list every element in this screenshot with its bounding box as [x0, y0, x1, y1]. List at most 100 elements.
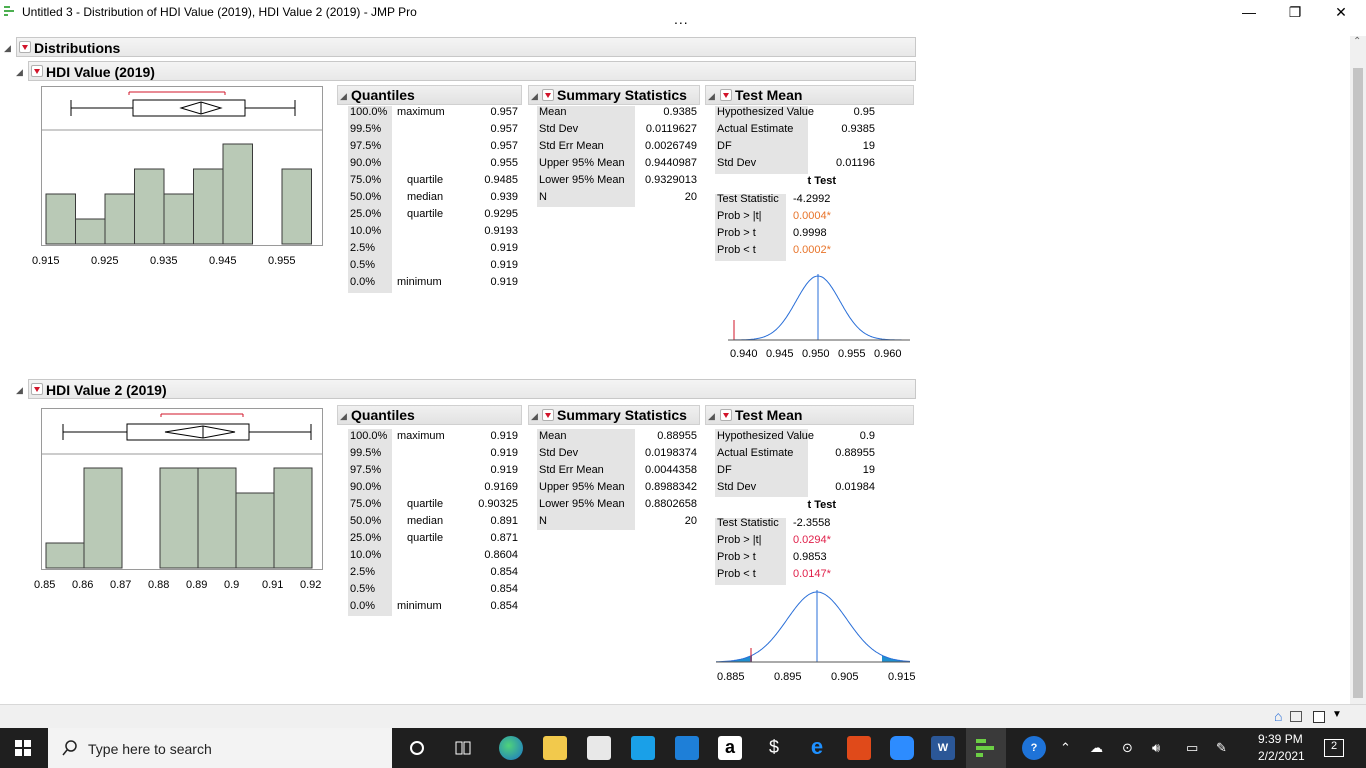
window-list-icon[interactable] [1290, 711, 1302, 722]
summary-stat-label: Upper 95% Mean [539, 157, 625, 169]
red-triangle-menu-icon[interactable] [720, 89, 732, 101]
mail-icon[interactable] [675, 736, 699, 760]
summary-statistics-header[interactable]: ◢ Summary Statistics [528, 405, 700, 425]
scroll-up-icon[interactable]: ⌃ [1353, 36, 1361, 47]
help-icon[interactable]: ? [1022, 736, 1046, 760]
quantile-value: 0.9485 [484, 174, 518, 186]
quantile-percent: 50.0% [350, 191, 382, 203]
edge-icon[interactable] [499, 736, 523, 760]
status-bar: ⌂ ▼ [0, 704, 1366, 728]
red-triangle-menu-icon[interactable] [542, 89, 554, 101]
internet-explorer-icon[interactable]: e [805, 736, 829, 760]
disclosure-icon[interactable]: ◢ [708, 411, 718, 421]
word-icon[interactable]: W [931, 736, 955, 760]
meet-now-icon[interactable]: ⊙ [1122, 740, 1133, 756]
store-icon[interactable] [587, 736, 611, 760]
notification-center-icon[interactable]: 2 [1324, 739, 1344, 757]
disclosure-icon[interactable]: ◢ [4, 43, 14, 53]
test-mean-value: 0.88955 [835, 447, 875, 459]
layout-icon[interactable] [1313, 711, 1325, 723]
cortana-icon[interactable] [409, 740, 425, 756]
quantile-percent: 99.5% [350, 447, 382, 459]
clock-time[interactable]: 9:39 PM [1258, 732, 1303, 746]
more-options-icon[interactable]: ... [674, 12, 689, 26]
quantile-value: 0.919 [490, 242, 518, 254]
quantile-value: 0.955 [490, 157, 518, 169]
histogram-tick-label: 0.935 [150, 255, 178, 267]
t-test-label: Prob < t [717, 244, 756, 256]
calculator-icon[interactable] [631, 736, 655, 760]
test-mean-header[interactable]: ◢ Test Mean [705, 405, 914, 425]
histogram-bar [75, 218, 106, 245]
quantile-percent: 75.0% [350, 498, 382, 510]
red-triangle-menu-icon[interactable] [31, 383, 43, 395]
disclosure-icon[interactable]: ◢ [708, 91, 718, 101]
onedrive-icon[interactable]: ☁ [1090, 740, 1103, 756]
zoom-icon[interactable] [890, 736, 914, 760]
quantile-value: 0.919 [490, 447, 518, 459]
volume-icon[interactable]: 🔊︎ [1152, 740, 1160, 756]
histogram-bar [134, 168, 165, 245]
quantile-value: 0.854 [490, 583, 518, 595]
red-triangle-menu-icon[interactable] [19, 41, 31, 53]
vertical-scrollbar[interactable]: ⌃ [1350, 36, 1366, 704]
quantiles-header[interactable]: ◢ Quantiles [337, 405, 522, 425]
home-icon[interactable]: ⌂ [1274, 708, 1282, 724]
summary-statistics-header[interactable]: ◢ Summary Statistics [528, 85, 700, 105]
amazon-icon[interactable]: a [718, 736, 742, 760]
distributions-outline[interactable]: ◢ Distributions [4, 37, 916, 57]
clock-date[interactable]: 2/2/2021 [1258, 749, 1305, 763]
office-icon[interactable] [847, 736, 871, 760]
test-mean-label: Actual Estimate [717, 123, 794, 135]
disclosure-icon[interactable]: ◢ [531, 411, 541, 421]
red-triangle-menu-icon[interactable] [542, 409, 554, 421]
disclosure-icon[interactable]: ◢ [16, 67, 26, 77]
red-triangle-menu-icon[interactable] [31, 65, 43, 77]
quantile-label: minimum [397, 600, 442, 612]
disclosure-icon[interactable]: ◢ [16, 385, 26, 395]
taskbar-search-box[interactable]: Type here to search [48, 728, 392, 768]
app-icon[interactable]: $ [762, 736, 786, 760]
quantile-percent: 100.0% [350, 106, 388, 118]
histogram-tick-label: 0.87 [110, 579, 132, 591]
histogram-bar [222, 143, 253, 245]
test-mean-header[interactable]: ◢ Test Mean [705, 85, 914, 105]
pen-icon[interactable]: ✎ [1216, 740, 1227, 756]
quantile-value: 0.891 [490, 515, 518, 527]
battery-icon[interactable]: ▭ [1186, 740, 1198, 756]
close-button[interactable]: ✕ [1318, 0, 1364, 24]
summary-stat-value: 0.9440987 [645, 157, 697, 169]
quantile-label: maximum [397, 106, 445, 118]
section-header-hdi-value[interactable]: ◢ HDI Value (2019) [16, 61, 916, 81]
histogram-tick-label: 0.945 [209, 255, 237, 267]
t-test-value: 0.9998 [793, 227, 827, 239]
t-plot-tick-label: 0.945 [766, 348, 794, 360]
t-plot-tick-label: 0.960 [874, 348, 902, 360]
test-mean-label: Hypothesized Value [717, 430, 815, 442]
quantile-value: 0.90325 [478, 498, 518, 510]
t-test-header: t Test [807, 175, 836, 187]
t-test-value: 0.0294* [793, 534, 831, 546]
minimize-button[interactable]: — [1226, 0, 1272, 24]
windows-start-icon[interactable] [15, 740, 31, 756]
red-triangle-menu-icon[interactable] [720, 409, 732, 421]
test-mean-value: 0.01984 [835, 481, 875, 493]
task-view-icon[interactable] [455, 740, 471, 756]
restore-button[interactable]: ❐ [1272, 0, 1318, 24]
jmp-taskbar-button[interactable] [966, 728, 1006, 768]
chevron-down-icon[interactable]: ▼ [1332, 709, 1342, 720]
test-mean-value: 0.95 [853, 106, 875, 118]
t-density-curve [716, 591, 910, 663]
scrollbar-thumb[interactable] [1353, 68, 1363, 698]
quantile-value: 0.9193 [484, 225, 518, 237]
test-mean-label: Hypothesized Value [717, 106, 815, 118]
chevron-up-icon[interactable]: ⌃ [1060, 740, 1071, 756]
disclosure-icon[interactable]: ◢ [340, 91, 350, 101]
file-explorer-icon[interactable] [543, 736, 567, 760]
disclosure-icon[interactable]: ◢ [531, 91, 541, 101]
disclosure-icon[interactable]: ◢ [340, 411, 350, 421]
histogram-bar [197, 467, 237, 569]
t-density-curve [728, 275, 910, 341]
section-header-hdi-value-2[interactable]: ◢ HDI Value 2 (2019) [16, 379, 916, 399]
quantiles-header[interactable]: ◢ Quantiles [337, 85, 522, 105]
